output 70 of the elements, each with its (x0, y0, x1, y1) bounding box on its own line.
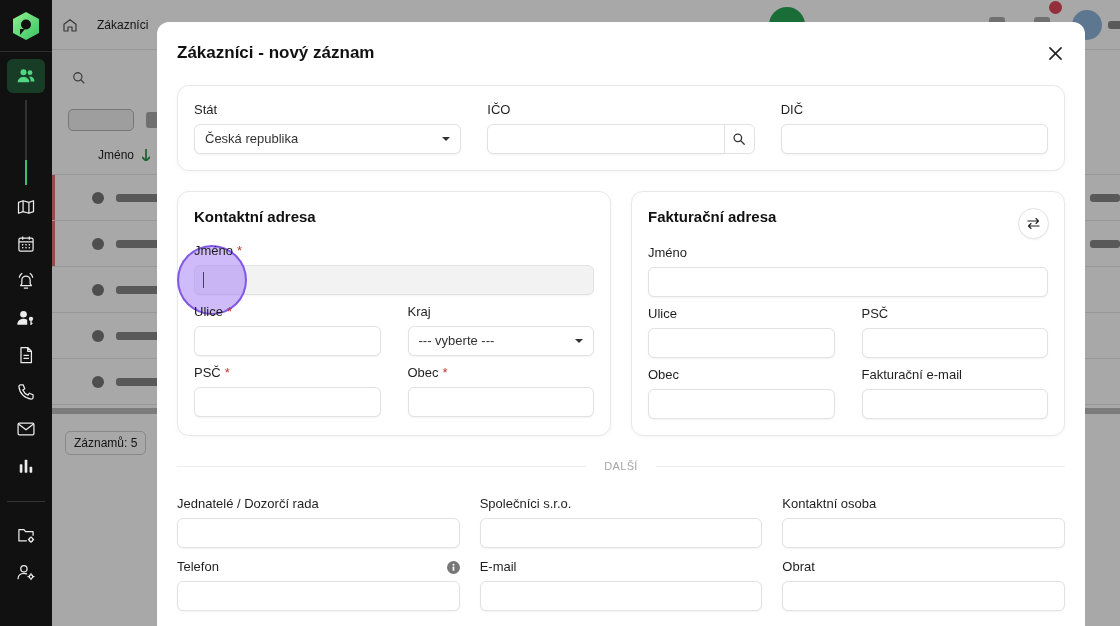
input-field[interactable] (780, 124, 1048, 154)
input-field[interactable] (407, 387, 594, 417)
breadcrumb[interactable]: Zákazníci (97, 15, 149, 34)
field-label: Jméno (648, 245, 688, 261)
input-field[interactable] (648, 267, 1048, 297)
search-button[interactable] (723, 124, 755, 154)
swap-icon (1026, 216, 1041, 231)
input-field[interactable] (177, 518, 460, 548)
dot-icon (92, 191, 104, 204)
home-icon (62, 16, 78, 33)
section-label: DALŠÍ (603, 458, 639, 474)
search-icon (732, 132, 747, 146)
swap-button[interactable] (1018, 208, 1049, 239)
card-title: Kontaktní adresa (194, 208, 316, 226)
select-field[interactable]: Česká republika (194, 124, 462, 154)
field-label: PSČ * (194, 365, 230, 381)
select-field[interactable]: --- vyberte --- (407, 326, 594, 356)
blurred-text (1090, 239, 1120, 248)
field-label: IČO (487, 102, 511, 118)
dot-icon (92, 329, 104, 342)
field-label: Obrat (782, 559, 815, 575)
filter-field[interactable] (68, 109, 134, 131)
card-title: Fakturační adresa (648, 208, 777, 226)
dot-icon (92, 237, 104, 250)
bell-icon (16, 270, 36, 291)
field-label: DIČ (780, 102, 804, 118)
input-field[interactable] (648, 389, 835, 419)
sort-icon (142, 148, 151, 161)
input-field[interactable] (861, 389, 1048, 419)
blurred-text (1108, 20, 1120, 29)
field-label: Fakturační e-mail (861, 367, 962, 383)
record-count: Záznamů: 5 (65, 431, 147, 455)
field-label: Ulice (648, 306, 677, 322)
field-label: Obec * (407, 365, 448, 381)
input-field[interactable] (177, 581, 460, 611)
input-field[interactable] (487, 124, 725, 154)
field-label: Stát (194, 102, 218, 118)
input-field[interactable] (648, 328, 835, 358)
field-label: Společníci s.r.o. (479, 496, 572, 512)
field-label: E-mail (479, 559, 517, 575)
dot-icon (92, 375, 104, 388)
field-label: Kontaktní osoba (782, 496, 877, 512)
input-field[interactable] (194, 387, 381, 417)
logo-icon (13, 11, 39, 40)
text-cursor (203, 272, 204, 288)
field-label: Telefon (177, 559, 219, 575)
field-label: PSČ (861, 306, 889, 322)
notification-badge (1049, 0, 1062, 14)
input-field[interactable] (194, 265, 594, 295)
field-label: Ulice * (194, 304, 232, 320)
field-label: Obec (648, 367, 680, 383)
caret-icon (575, 339, 583, 343)
close-icon (1048, 46, 1062, 60)
caret-icon (442, 137, 451, 141)
input-field[interactable] (782, 518, 1065, 548)
field-label: Jméno * (194, 243, 243, 259)
column-header[interactable]: Jméno (98, 145, 135, 164)
phone-icon (16, 381, 36, 402)
input-field[interactable] (782, 581, 1065, 611)
dialog-title: Zákazníci - nový záznam (177, 42, 375, 64)
input-field[interactable] (861, 328, 1048, 358)
search-icon (72, 70, 86, 85)
input-field[interactable] (194, 326, 381, 356)
sidebar-item[interactable] (7, 59, 45, 93)
field-label: Kraj (407, 304, 431, 320)
dot-icon (92, 283, 104, 296)
field-label: Jednatelé / Dozorčí rada (177, 496, 319, 512)
input-field[interactable] (479, 581, 763, 611)
blurred-text (1090, 193, 1120, 202)
input-field[interactable] (479, 518, 763, 548)
